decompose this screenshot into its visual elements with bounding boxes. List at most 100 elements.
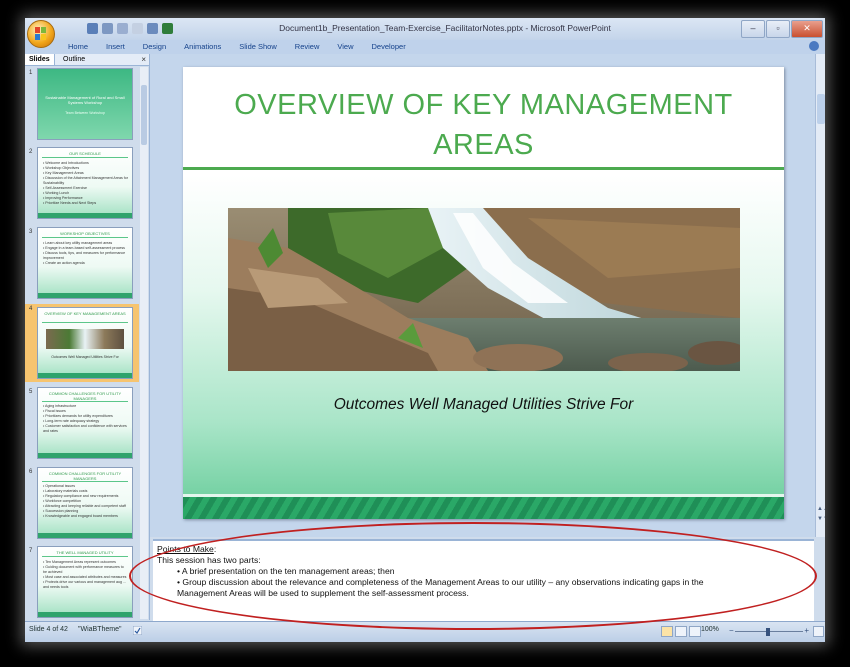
new-slide-icon[interactable]: [132, 23, 143, 34]
thumb-title: THE WELL MANAGED UTILITY: [56, 550, 114, 555]
current-slide[interactable]: OVERVIEW OF KEY MANAGEMENT AREAS Outcome…: [183, 67, 784, 519]
thumb-number: 1: [29, 70, 33, 76]
thumb-preview: Sustainable Management of Rural and Smal…: [37, 68, 133, 140]
next-slide-icon[interactable]: ▼▼: [817, 516, 825, 522]
notes-text[interactable]: Points to Make: This session has two par…: [157, 544, 807, 599]
thumb-caption: Outcomes Well Managed Utilities Strive F…: [51, 355, 119, 359]
office-logo-icon: [35, 27, 46, 40]
slide-footer-band: [183, 497, 784, 519]
powerpoint-window: Document1b_Presentation_Team-Exercise_Fa…: [25, 18, 825, 642]
slide-thumbnail-1[interactable]: 1 Sustainable Management of Rural and Sm…: [25, 68, 139, 142]
thumb-title: Sustainable Management of Rural and Smal…: [45, 95, 125, 105]
save-icon[interactable]: [87, 23, 98, 34]
tab-slides[interactable]: Slides: [25, 54, 55, 65]
zoom-out-icon[interactable]: −: [729, 626, 734, 635]
thumb-bullets: • Operational issues • Laboratory materi…: [43, 484, 126, 518]
maximize-button[interactable]: ▫: [766, 20, 790, 38]
scrollbar-thumb[interactable]: [141, 85, 147, 145]
slide-editing-area: OVERVIEW OF KEY MANAGEMENT AREAS Outcome…: [150, 54, 815, 537]
thumb-preview: THE WELL MANAGED UTILITY • Ten Managemen…: [37, 546, 133, 618]
undo-icon[interactable]: [102, 23, 113, 34]
thumb-preview: COMMON CHALLENGES FOR UTILITY MANAGERS •…: [37, 467, 133, 539]
zoom-level[interactable]: 100%: [701, 626, 719, 633]
thumb-bullets: • Ten Management Areas represent outcome…: [43, 560, 127, 589]
scrollbar-thumb[interactable]: [817, 94, 825, 124]
thumb-bullets: • Aging infrastructure • Fiscal issues •…: [43, 404, 127, 433]
tab-home[interactable]: Home: [59, 41, 97, 53]
slide-show-view-icon[interactable]: [689, 626, 701, 637]
title-bar: Document1b_Presentation_Team-Exercise_Fa…: [25, 18, 825, 40]
ribbon-tabs: Home Insert Design Animations Slide Show…: [59, 41, 415, 53]
thumb-bullets: • Welcome and Introductions • Workshop O…: [43, 161, 128, 205]
slide-thumbnail-6[interactable]: 6 COMMON CHALLENGES FOR UTILITY MANAGERS…: [25, 467, 139, 541]
slide-thumbnail-2[interactable]: 2 OUR SCHEDULE • Welcome and Introductio…: [25, 147, 139, 221]
previous-slide-icon[interactable]: ▲▲: [817, 506, 825, 512]
notes-heading-colon: :: [213, 544, 217, 554]
quick-access-toolbar: [87, 23, 173, 34]
slide-vertical-scrollbar[interactable]: ▲▲ ▼▼: [815, 54, 825, 537]
tab-insert[interactable]: Insert: [97, 41, 134, 53]
window-controls: – ▫ ✕: [741, 20, 823, 38]
slides-pane: Slides Outline × 1 Sustainable Managemen…: [25, 54, 150, 620]
thumb-title: WORKSHOP OBJECTIVES: [60, 231, 110, 236]
normal-view-icon[interactable]: [661, 626, 673, 637]
tab-review[interactable]: Review: [286, 41, 329, 53]
zoom-slider[interactable]: − +: [729, 626, 809, 636]
zoom-in-icon[interactable]: +: [804, 626, 809, 635]
notes-line: This session has two parts:: [157, 555, 261, 565]
notes-bullet-1: • A brief presentation on the ten manage…: [177, 566, 395, 576]
view-buttons: [661, 626, 701, 637]
tab-outline[interactable]: Outline: [59, 54, 89, 65]
slide-counter: Slide 4 of 42: [29, 626, 68, 633]
slide-title[interactable]: OVERVIEW OF KEY MANAGEMENT AREAS: [203, 85, 764, 165]
thumbnail-scrollbar[interactable]: [140, 67, 148, 619]
tab-animations[interactable]: Animations: [175, 41, 230, 53]
redo-icon[interactable]: [117, 23, 128, 34]
notes-bullet-2-continued: Management Areas will be used to supplem…: [177, 588, 469, 598]
slide-thumbnail-4[interactable]: 4 OVERVIEW OF KEY MANAGEMENT AREAS Outco…: [25, 304, 139, 382]
thumb-preview: WORKSHOP OBJECTIVES • Learn about key ut…: [37, 227, 133, 299]
fit-to-window-icon[interactable]: [813, 626, 824, 637]
tab-design[interactable]: Design: [134, 41, 175, 53]
tab-view[interactable]: View: [328, 41, 362, 53]
theme-name: "WiaBTheme": [78, 626, 122, 633]
window-title: Document1b_Presentation_Team-Exercise_Fa…: [279, 23, 611, 33]
thumb-subtitle: Team Between Workshop: [65, 111, 105, 115]
thumb-number: 3: [29, 229, 33, 235]
close-pane-icon[interactable]: ×: [141, 54, 146, 65]
slide-sorter-view-icon[interactable]: [675, 626, 687, 637]
close-button[interactable]: ✕: [791, 20, 823, 38]
spelling-check-icon[interactable]: [133, 626, 142, 635]
waterfall-photo[interactable]: [228, 208, 740, 371]
notes-bullet-2: • Group discussion about the relevance a…: [177, 577, 704, 587]
picture-icon[interactable]: [147, 23, 158, 34]
slide-thumbnail-7[interactable]: 7 THE WELL MANAGED UTILITY • Ten Managem…: [25, 546, 139, 620]
thumb-preview: COMMON CHALLENGES FOR UTILITY MANAGERS •…: [37, 387, 133, 459]
thumb-title: OVERVIEW OF KEY MANAGEMENT AREAS: [44, 311, 126, 316]
minimize-button[interactable]: –: [741, 20, 765, 38]
thumb-number: 2: [29, 149, 33, 155]
zoom-slider-handle[interactable]: [766, 628, 770, 636]
slide-thumbnail-3[interactable]: 3 WORKSHOP OBJECTIVES • Learn about key …: [25, 227, 139, 301]
title-divider: [183, 167, 784, 170]
notes-heading: Points to Make: [157, 544, 214, 554]
thumb-title: COMMON CHALLENGES FOR UTILITY MANAGERS: [48, 391, 122, 401]
status-bar: Slide 4 of 42 "WiaBTheme" 100% − +: [25, 621, 825, 642]
thumb-number: 6: [29, 469, 33, 475]
thumb-number: 7: [29, 548, 33, 554]
thumb-bullets: • Learn about key utility management are…: [43, 241, 126, 265]
notes-pane[interactable]: Points to Make: This session has two par…: [153, 539, 814, 621]
office-button[interactable]: [27, 20, 55, 48]
customize-qat-icon[interactable]: [162, 23, 173, 34]
thumb-preview: OUR SCHEDULE • Welcome and Introductions…: [37, 147, 133, 219]
help-icon[interactable]: [809, 41, 819, 51]
ribbon: Home Insert Design Animations Slide Show…: [25, 40, 825, 55]
thumb-number: 5: [29, 389, 33, 395]
thumb-title: OUR SCHEDULE: [69, 151, 101, 156]
tab-slide-show[interactable]: Slide Show: [230, 41, 286, 53]
pane-tabs: Slides Outline ×: [25, 54, 149, 66]
slide-thumbnail-5[interactable]: 5 COMMON CHALLENGES FOR UTILITY MANAGERS…: [25, 387, 139, 461]
thumb-title: COMMON CHALLENGES FOR UTILITY MANAGERS: [48, 471, 122, 481]
slide-subtitle[interactable]: Outcomes Well Managed Utilities Strive F…: [183, 396, 784, 414]
tab-developer[interactable]: Developer: [363, 41, 415, 53]
